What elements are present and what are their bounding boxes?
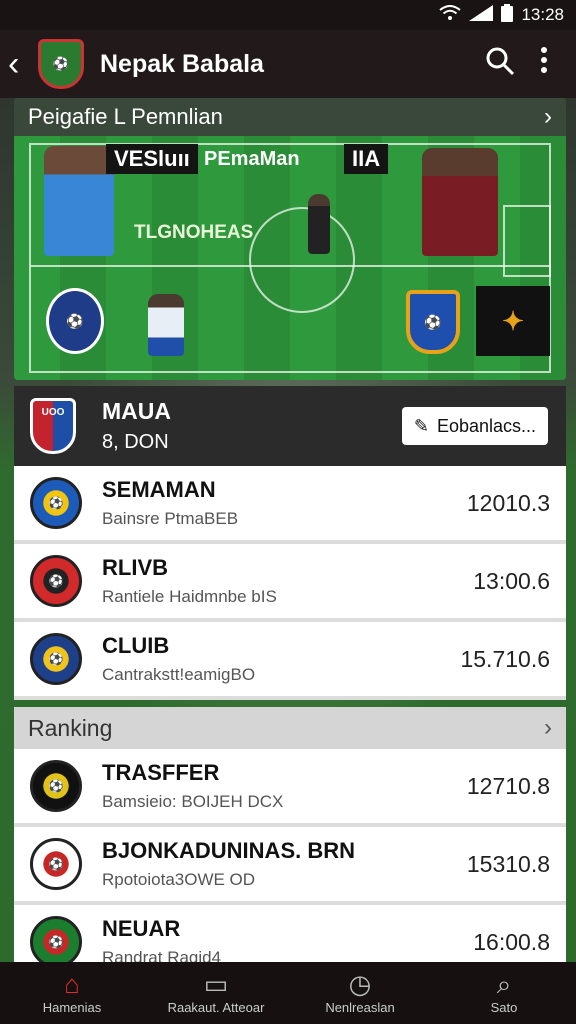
feature-tag-right: IIA — [344, 144, 389, 174]
list-item[interactable]: ⚽ RLIVB Rantiele Haidmnbe bIS 13:00.6 — [14, 544, 566, 622]
status-time: 13:28 — [521, 5, 564, 24]
club-value: 16:00.8 — [473, 928, 550, 955]
club-value: 12710.8 — [466, 772, 550, 799]
match-action-button[interactable]: ✎ Eobanlacs... — [401, 407, 548, 445]
feature-heading: Peigafie L Pemnlian — [28, 104, 223, 129]
team-crest-right-1: ⚽ — [406, 290, 460, 354]
nav-label: Nenlreaslan — [325, 1000, 395, 1015]
club-subtitle: Rantiele Haidmnbe bIS — [102, 587, 277, 606]
club-badge-icon: ⚽ — [30, 555, 82, 607]
team-crest-left: ⚽ — [46, 288, 104, 354]
list-item[interactable]: ⚽ CLUIB Cantrakstt!eamigBO 15.710.6 — [14, 622, 566, 700]
club-badge-icon: ⚽ — [30, 838, 82, 890]
player-left — [44, 146, 114, 256]
club-subtitle: Bainsre PtmaBEB — [102, 509, 239, 528]
search-icon[interactable] — [478, 46, 522, 83]
nav-label: Sato — [490, 1000, 518, 1015]
feature-tag-left-2: PEmaMan — [204, 148, 300, 170]
club-subtitle: Rpotoiota3OWE OD — [102, 870, 256, 889]
club-badge-icon: ⚽ — [30, 633, 82, 685]
wifi-icon — [439, 5, 462, 25]
club-value: 15310.8 — [466, 850, 550, 877]
nav-item-screen[interactable]: ▭ Raakaut. Atteoar — [144, 962, 288, 1024]
status-bar: 13:28 — [0, 0, 576, 30]
chevron-right-icon: › — [544, 714, 552, 741]
app-bar: ‹ ⚽ Nepak Babala — [0, 30, 576, 98]
more-options-icon[interactable] — [522, 46, 566, 82]
team-crest-right-2: ✦ — [476, 286, 550, 356]
pitch-graphic: ⚽ ⚽ ✦ VESluıı PEmaMan IIA TLGNOHEAS — [14, 136, 566, 380]
list-item[interactable]: ⚽ TRASFFER Bamsieio: BOIJEH DCX 12710.8 — [14, 749, 566, 827]
app-title: Nepak Babala — [100, 49, 264, 78]
club-name: SEMAMAN — [102, 477, 216, 502]
club-value: 12010.3 — [466, 489, 550, 516]
match-header: UOO MAUA 8, DON ✎ Eobanlacs... — [14, 386, 566, 466]
home-icon: ⌂ — [64, 969, 80, 999]
club-badge-icon: ⚽ — [30, 916, 82, 968]
player-center — [308, 194, 330, 254]
club-subtitle: Bamsieio: BOIJEH DCX — [102, 792, 284, 811]
match-button-label: Eobanlacs... — [436, 415, 536, 436]
chevron-right-icon: › — [544, 103, 552, 130]
club-logo: ⚽ — [38, 39, 84, 89]
nav-item-clock[interactable]: ◷ Nenlreaslan — [288, 962, 432, 1024]
signal-icon — [469, 5, 494, 25]
club-badge-icon: ⚽ — [30, 477, 82, 529]
screen-icon: ▭ — [203, 969, 229, 999]
match-team-crest: UOO — [30, 398, 76, 454]
ranking-section-header[interactable]: Ranking › — [14, 707, 566, 749]
battery-icon — [501, 4, 514, 26]
club-value: 13:00.6 — [473, 567, 550, 594]
back-arrow-icon[interactable]: ‹ — [8, 47, 36, 81]
club-name: CLUIB — [102, 633, 170, 658]
club-name: NEUAR — [102, 916, 181, 941]
feature-tag-left: VESluıı — [106, 144, 198, 174]
feature-header[interactable]: Peigafie L Pemnlian › — [14, 98, 566, 136]
pitch-label: TLGNOHEAS — [134, 222, 254, 243]
list-item[interactable]: ⚽ BJONKADUNINAS. BRN Rpotoiota3OWE OD 15310… — [14, 827, 566, 905]
match-name: MAUA — [102, 398, 171, 424]
club-name: BJONKADUNINAS. BRN — [102, 838, 356, 863]
club-name: TRASFFER — [102, 760, 220, 785]
club-name: RLIVB — [102, 555, 168, 580]
player-small — [148, 294, 184, 356]
bottom-navigation: ⌂ Hamenias ▭ Raakaut. Atteoar ◷ Nenlreaslan ⌕ S… — [0, 962, 576, 1024]
featured-match-card[interactable]: Peigafie L Pemnlian › ⚽ ⚽ ✦ VESluıı PEma… — [14, 98, 566, 380]
nav-label: Raakaut. Atteoar — [167, 1000, 265, 1015]
search-icon: ⌕ — [496, 969, 512, 999]
section-title: Ranking — [28, 714, 113, 741]
club-subtitle: Cantrakstt!eamigBO — [102, 665, 256, 684]
nav-label: Hamenias — [42, 1000, 102, 1015]
nav-item-home[interactable]: ⌂ Hamenias — [0, 962, 144, 1024]
club-list: ⚽ SEMAMAN Bainsre PtmaBEB 12010.3 ⚽ RLIVB Rant… — [14, 466, 566, 700]
ranking-list: ⚽ TRASFFER Bamsieio: BOIJEH DCX 12710.8 ⚽ BJO… — [14, 749, 566, 983]
club-badge-icon: ⚽ — [30, 760, 82, 812]
match-subtitle: 8, DON — [102, 431, 169, 453]
player-right — [422, 148, 498, 256]
list-item[interactable]: ⚽ SEMAMAN Bainsre PtmaBEB 12010.3 — [14, 466, 566, 544]
edit-icon: ✎ — [413, 415, 429, 436]
club-value: 15.710.6 — [460, 645, 550, 672]
nav-item-search[interactable]: ⌕ Sato — [432, 962, 576, 1024]
clock-icon: ◷ — [348, 969, 372, 999]
